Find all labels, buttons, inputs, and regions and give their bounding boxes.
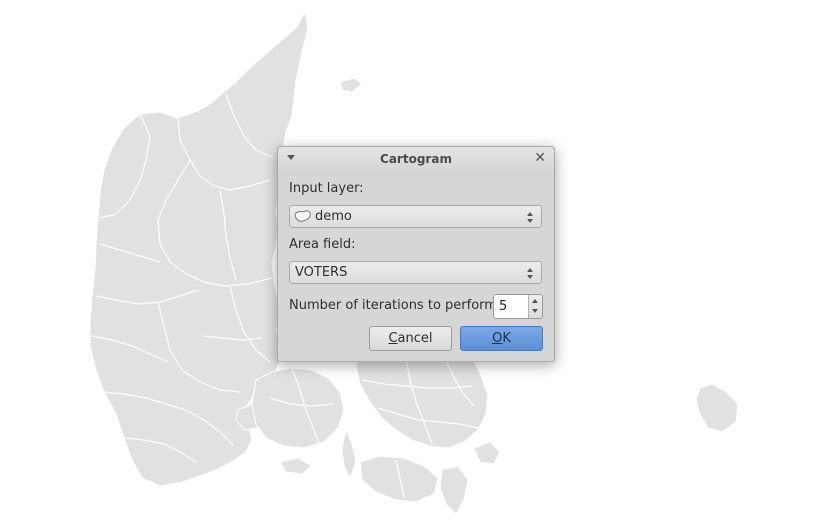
map-region-lolland [359,455,439,503]
ok-button[interactable]: OK [460,326,543,351]
spin-down-icon[interactable] [532,309,538,313]
map-canvas[interactable]: Cartogram ✕ Input layer: demo Area field… [0,0,828,528]
map-region-falster [439,465,469,515]
map-region-mon [473,441,501,465]
area-field-value: VOTERS [295,265,348,280]
area-field-label: Area field: [289,237,356,252]
dialog-titlebar[interactable]: Cartogram ✕ [278,147,554,171]
close-icon[interactable]: ✕ [534,150,546,166]
spin-buttons [528,295,542,318]
map-region-langeland [341,429,357,479]
dialog-title: Cartogram [380,152,452,166]
area-field-combobox[interactable]: VOTERS [289,261,542,284]
updown-arrows-icon [527,265,535,281]
cancel-button-label: Cancel [388,331,433,346]
input-layer-label: Input layer: [289,181,364,196]
ok-button-label: OK [492,331,511,346]
updown-arrows-icon [527,209,535,225]
iterations-value[interactable]: 5 [499,299,507,314]
map-region-laeso [339,77,363,93]
map-region-aero [279,457,313,475]
iterations-spinbox[interactable]: 5 [493,294,543,319]
iterations-label: Number of iterations to perform: [289,298,502,313]
input-layer-value: demo [315,209,352,224]
spin-up-icon[interactable] [532,299,538,303]
cancel-button[interactable]: Cancel [369,326,452,351]
cartogram-dialog: Cartogram ✕ Input layer: demo Area field… [277,146,555,362]
map-region-funen [251,367,345,449]
polygon-layer-icon [294,210,311,222]
map-region-bornholm [695,383,739,433]
input-layer-combobox[interactable]: demo [289,205,542,228]
